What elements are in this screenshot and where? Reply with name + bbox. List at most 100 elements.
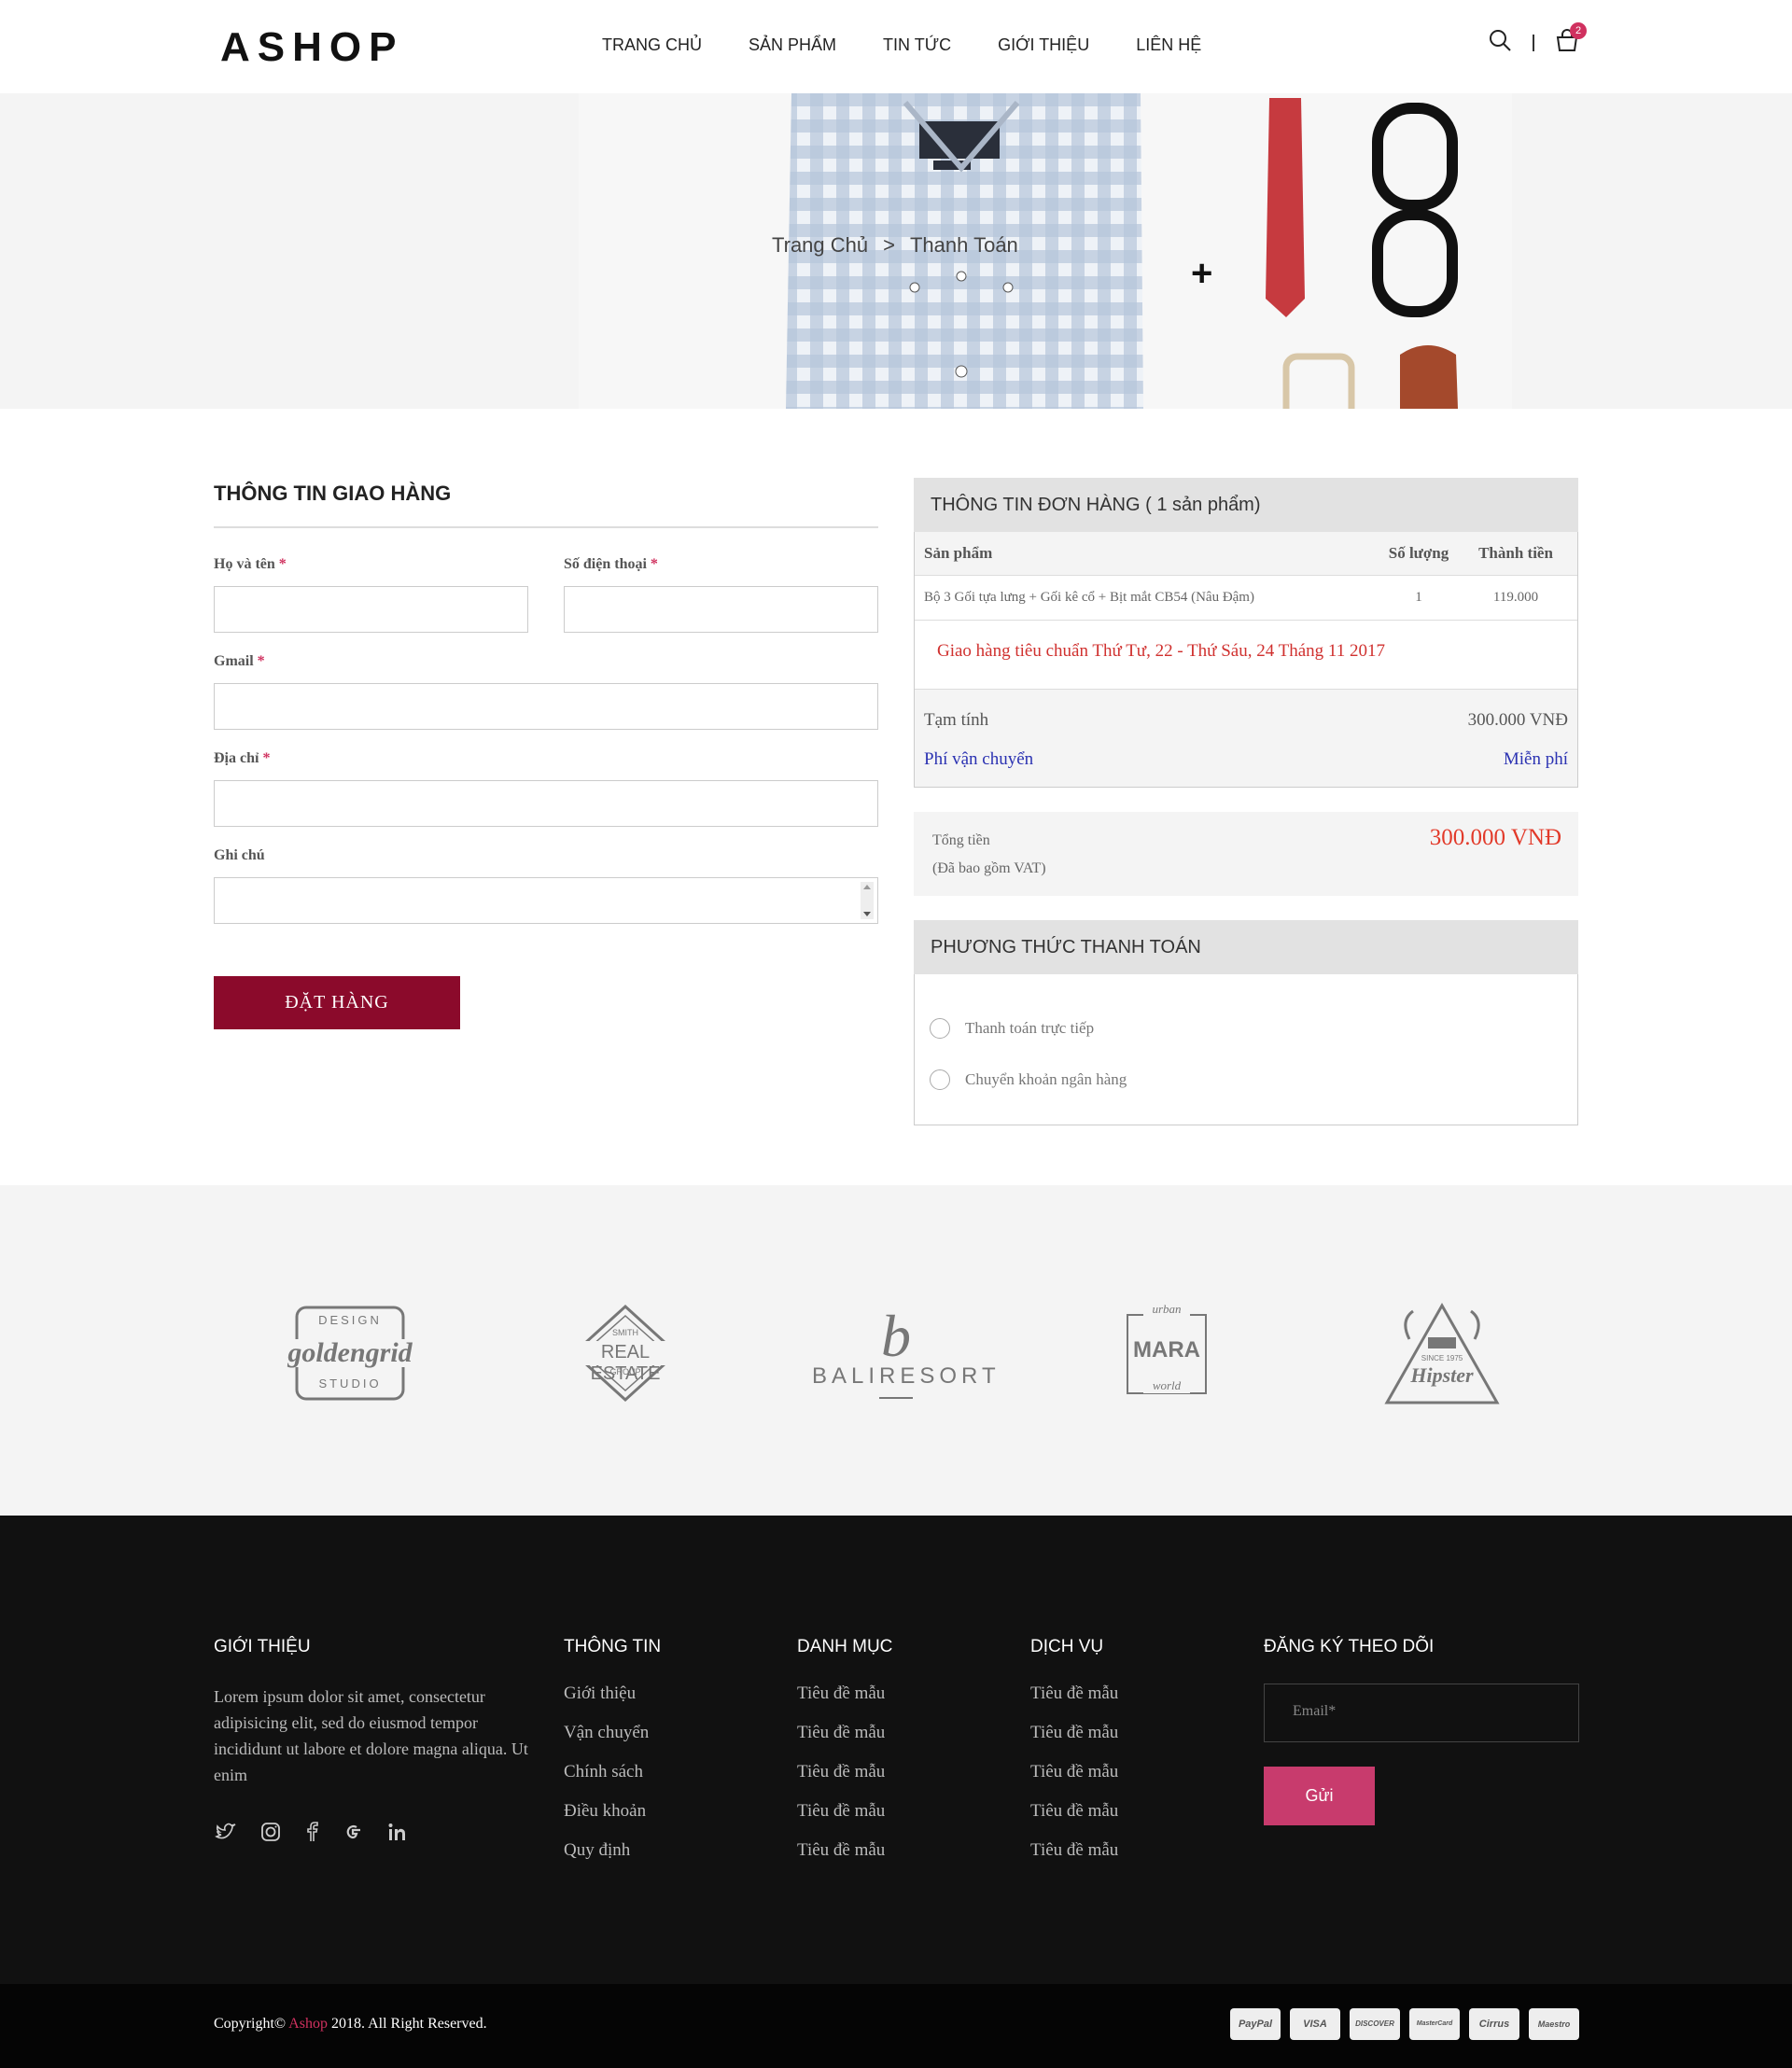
search-icon[interactable]: [1488, 28, 1512, 57]
cart-button[interactable]: 2: [1555, 22, 1587, 57]
footer-link[interactable]: Tiêu đề mẫu: [797, 1762, 892, 1801]
item-price: 119.000: [1492, 590, 1539, 605]
address-label: Địa chỉ *: [214, 750, 271, 766]
place-order-button[interactable]: ĐẶT HÀNG: [214, 976, 460, 1029]
shipping-fee-value: Miễn phí: [1503, 749, 1568, 769]
textarea-spinner-icon[interactable]: [861, 882, 874, 919]
footer-link[interactable]: Tiêu đề mẫu: [1030, 1762, 1118, 1801]
phone-label: Số điện thoại *: [564, 556, 658, 572]
gmail-field[interactable]: [214, 683, 878, 730]
footer-link[interactable]: Tiêu đề mẫu: [797, 1723, 892, 1762]
nav-about[interactable]: GIỚI THIỆU: [998, 35, 1089, 55]
cart-count-badge: 2: [1570, 22, 1587, 39]
copyright-text: Copyright© Ashop 2018. All Right Reserve…: [214, 2016, 487, 2032]
google-icon[interactable]: [343, 1822, 363, 1847]
cirrus-icon: Cirrus: [1469, 2008, 1519, 2040]
table-row: Bộ 3 Gối tựa lưng + Gối kê cổ + Bịt mắt …: [915, 575, 1577, 620]
footer-subscribe: ĐĂNG KÝ THEO DÕI Email* Gửi: [1264, 1637, 1579, 1825]
footer-link[interactable]: Chính sách: [564, 1762, 661, 1801]
footer-link[interactable]: Tiêu đề mẫu: [797, 1840, 892, 1879]
order-title: THÔNG TIN ĐƠN HÀNG ( 1 sản phẩm): [914, 478, 1578, 532]
payment-radio[interactable]: [930, 1069, 950, 1090]
copyright-brand-link[interactable]: Ashop: [288, 2016, 328, 2032]
payment-option-label: Thanh toán trực tiếp: [965, 1018, 1095, 1037]
nav-home[interactable]: TRANG CHỦ: [602, 35, 702, 55]
subscribe-button[interactable]: Gửi: [1264, 1767, 1375, 1825]
payment-title: PHƯƠNG THỨC THANH TOÁN: [914, 920, 1578, 974]
item-name: Bộ 3 Gối tựa lưng + Gối kê cổ + Bịt mắt …: [924, 590, 1254, 605]
name-field[interactable]: [214, 586, 528, 633]
footer-link[interactable]: Tiêu đề mẫu: [1030, 1723, 1118, 1762]
page-banner: + Trang Chủ > Thanh Toán: [0, 93, 1792, 409]
order-table-header: Sản phẩm Số lượng Thành tiền: [915, 532, 1577, 575]
partners-strip: DESIGN goldengrid STUDIO SMITH REAL ESTA…: [0, 1185, 1792, 1516]
order-table: Sản phẩm Số lượng Thành tiền Bộ 3 Gối tự…: [914, 532, 1578, 788]
footer-services: DỊCH VỤ Tiêu đề mẫu Tiêu đề mẫu Tiêu đề …: [1030, 1637, 1118, 1879]
footer-link[interactable]: Vận chuyển: [564, 1723, 661, 1762]
nav-contact[interactable]: LIÊN HỆ: [1136, 35, 1201, 55]
delivery-estimate: Giao hàng tiêu chuẩn Thứ Tư, 22 - Thứ Sá…: [915, 620, 1577, 689]
phone-field[interactable]: [564, 586, 878, 633]
footer-categories: DANH MỤC Tiêu đề mẫu Tiêu đề mẫu Tiêu đề…: [797, 1637, 892, 1879]
breadcrumb-separator: >: [883, 233, 895, 257]
footer-link[interactable]: Giới thiệu: [564, 1684, 661, 1723]
partner-logo-bali-resort: b BALIRESORT: [812, 1302, 996, 1399]
footer-link[interactable]: Tiêu đề mẫu: [1030, 1684, 1118, 1723]
brand-logo[interactable]: ASHOP: [220, 24, 403, 71]
footer-info-title: THÔNG TIN: [564, 1637, 662, 1656]
header-divider: [1533, 34, 1534, 51]
footer-link[interactable]: Tiêu đề mẫu: [1030, 1840, 1118, 1879]
visa-icon: VISA: [1290, 2008, 1340, 2040]
subtotal-block: Tạm tính 300.000 VNĐ Phí vận chuyển Miễn…: [915, 689, 1577, 787]
payment-radio[interactable]: [930, 1017, 950, 1039]
note-label: Ghi chú: [214, 847, 265, 863]
main-nav: TRANG CHỦ SẢN PHẨM TIN TỨC GIỚI THIỆU LI…: [602, 35, 1201, 55]
payment-cards: PayPal VISA DISCOVER MasterCard Cirrus M…: [1230, 2008, 1579, 2040]
twitter-icon[interactable]: [214, 1822, 236, 1847]
subtotal-label: Tạm tính: [924, 710, 989, 730]
footer-link[interactable]: Tiêu đề mẫu: [797, 1801, 892, 1840]
subtotal-value: 300.000 VNĐ: [1467, 710, 1568, 730]
breadcrumb-home[interactable]: Trang Chủ: [772, 233, 868, 258]
item-qty: 1: [1415, 590, 1422, 605]
address-field[interactable]: [214, 780, 878, 827]
footer-about-text: Lorem ipsum dolor sit amet, consectetur …: [214, 1687, 528, 1784]
payment-option-direct[interactable]: Thanh toán trực tiếp: [930, 1002, 1562, 1054]
breadcrumb-current: Thanh Toán: [909, 233, 1018, 257]
header-icons: 2: [1488, 22, 1587, 57]
col-total: Thành tiền: [1478, 544, 1553, 562]
gmail-label: Gmail *: [214, 653, 265, 669]
svg-text:+: +: [1191, 253, 1212, 294]
partner-logo-mara: urban MARA world: [1125, 1302, 1209, 1394]
nav-news[interactable]: TIN TỨC: [883, 35, 951, 55]
subscribe-email-input[interactable]: Email*: [1264, 1684, 1579, 1742]
linkedin-icon[interactable]: [387, 1822, 408, 1847]
partner-logo-hipster: SINCE 1975 Hipster: [1381, 1302, 1503, 1409]
footer-info: THÔNG TIN Giới thiệu Vận chuyển Chính sá…: [564, 1637, 661, 1879]
maestro-icon: Maestro: [1529, 2008, 1579, 2040]
shipping-fee-label: Phí vận chuyển: [924, 749, 1034, 769]
footer-svc-title: DỊCH VỤ: [1030, 1637, 1104, 1656]
name-label: Họ và tên *: [214, 556, 287, 572]
shipping-form: THÔNG TIN GIAO HÀNG Họ và tên * Số điện …: [214, 482, 878, 1029]
payment-option-bank[interactable]: Chuyển khoản ngân hàng: [930, 1054, 1562, 1105]
social-links: [214, 1822, 531, 1847]
note-textarea[interactable]: [214, 877, 878, 924]
footer-subscribe-title: ĐĂNG KÝ THEO DÕI: [1264, 1637, 1435, 1656]
col-qty: Số lượng: [1388, 544, 1449, 562]
paypal-icon: PayPal: [1230, 2008, 1281, 2040]
footer-link[interactable]: Điều khoản: [564, 1801, 661, 1840]
checkout-section: THÔNG TIN GIAO HÀNG Họ và tên * Số điện …: [0, 409, 1792, 1185]
footer-link[interactable]: Tiêu đề mẫu: [797, 1684, 892, 1723]
payment-option-label: Chuyển khoản ngân hàng: [965, 1069, 1127, 1088]
col-product: Sản phẩm: [924, 544, 993, 562]
footer-link[interactable]: Quy định: [564, 1840, 661, 1879]
breadcrumb: Trang Chủ > Thanh Toán: [772, 233, 1018, 258]
footer-about-title: GIỚI THIỆU: [214, 1637, 311, 1656]
vat-note: (Đã bao gồm VAT): [932, 860, 1046, 876]
site-header: ASHOP TRANG CHỦ SẢN PHẨM TIN TỨC GIỚI TH…: [0, 0, 1792, 93]
instagram-icon[interactable]: [260, 1822, 281, 1847]
facebook-icon[interactable]: [305, 1822, 318, 1847]
nav-products[interactable]: SẢN PHẨM: [749, 35, 836, 55]
footer-link[interactable]: Tiêu đề mẫu: [1030, 1801, 1118, 1840]
